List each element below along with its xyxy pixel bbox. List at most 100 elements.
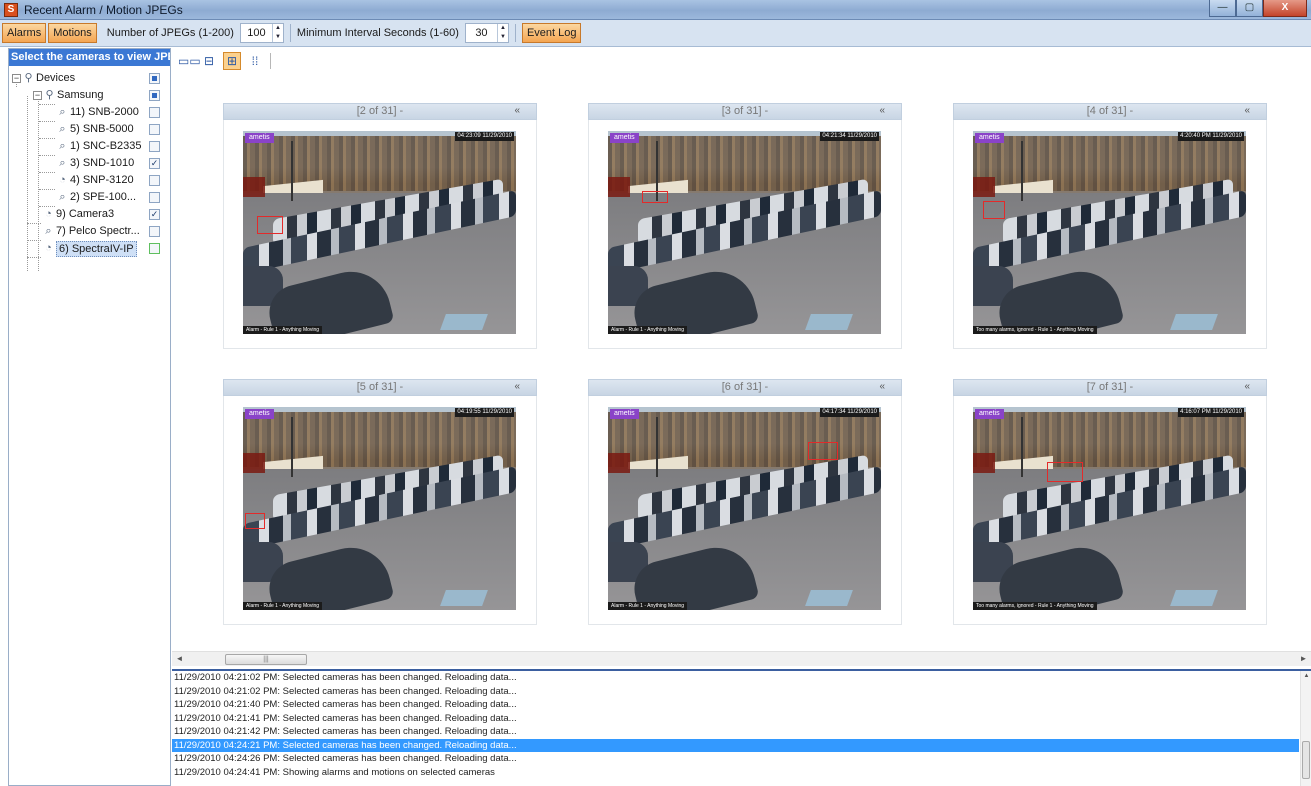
tree-checkbox[interactable] <box>149 175 160 186</box>
min-interval-value[interactable]: 30 <box>466 27 497 39</box>
collapse-icon[interactable]: « <box>514 105 520 116</box>
log-entry[interactable]: 11/29/2010 04:21:41 PM: Selected cameras… <box>172 712 1299 726</box>
tree-checkbox[interactable] <box>149 226 160 237</box>
spin-down-icon[interactable]: ▼ <box>273 33 283 42</box>
main-toolbar: Alarms Motions Number of JPEGs (1-200) 1… <box>0 20 1311 47</box>
scroll-up-icon[interactable]: ▲ <box>1301 673 1311 679</box>
tree-item-camera[interactable]: ⌕ 3) SND-1010 ✓ <box>9 155 170 172</box>
snapshot-overlay <box>608 177 630 197</box>
camera-snapshot[interactable]: ametis 4:16:07 PM 11/29/2010 Too many al… <box>973 407 1246 610</box>
box-camera-icon: ⌕ <box>59 140 66 152</box>
collapse-icon[interactable]: − <box>33 91 42 100</box>
tree-item-camera[interactable]: ⌕ 2) SPE-100... <box>9 189 170 206</box>
collapse-icon[interactable]: « <box>1244 381 1250 392</box>
collapse-icon[interactable]: « <box>514 381 520 392</box>
scrollbar-thumb[interactable]: ||| <box>225 654 307 665</box>
jpeg-cell-header: [6 of 31] - « <box>588 379 902 396</box>
spin-up-icon[interactable]: ▲ <box>498 24 508 33</box>
collapse-icon[interactable]: « <box>1244 105 1250 116</box>
jpeg-cell[interactable]: [7 of 31] - « ametis 4:16:07 PM 11/29/20… <box>953 379 1267 625</box>
title-bar[interactable]: S Recent Alarm / Motion JPEGs — ▢ X <box>0 0 1311 20</box>
log-entry[interactable]: 11/29/2010 04:24:26 PM: Selected cameras… <box>172 752 1299 766</box>
jpeg-cell[interactable]: [4 of 31] - « ametis 4:20:40 PM 11/29/20… <box>953 103 1267 349</box>
tree-item-camera[interactable]: ⌕ 5) SNB-5000 <box>9 121 170 138</box>
camera-selection-panel: Select the cameras to view JPEGs − ⚲ Dev… <box>8 48 171 786</box>
log-entry-selected[interactable]: 11/29/2010 04:24:21 PM: Selected cameras… <box>172 738 1299 752</box>
jpeg-cell[interactable]: [5 of 31] - « ametis 04:19:55 11/29/2010… <box>223 379 537 625</box>
tree-connector <box>27 257 41 258</box>
min-interval-label: Minimum Interval Seconds (1-60) <box>296 27 459 39</box>
minimize-button[interactable]: — <box>1209 0 1236 17</box>
camera-snapshot[interactable]: ametis 04:19:55 11/29/2010 Alarm - Rule … <box>243 407 516 610</box>
jpeg-cell[interactable]: [6 of 31] - « ametis 04:17:34 11/29/2010… <box>588 379 902 625</box>
log-entry[interactable]: 11/29/2010 04:21:02 PM: Selected cameras… <box>172 671 1299 685</box>
tree-checkbox[interactable]: ✓ <box>149 158 160 169</box>
min-interval-spinner[interactable]: 30 ▲ ▼ <box>464 23 509 43</box>
jpeg-cell[interactable]: [2 of 31] - « ametis 04:23:09 11/29/2010… <box>223 103 537 349</box>
tree-item-label: Samsung <box>57 89 104 101</box>
tree-checkbox[interactable] <box>149 90 160 101</box>
camera-snapshot[interactable]: ametis 04:23:09 11/29/2010 Alarm - Rule … <box>243 131 516 334</box>
jpeg-caption: [5 of 31] - <box>356 381 404 393</box>
tree-item-camera-selected[interactable]: ◔ 6) SpectraIV-IP <box>9 240 170 257</box>
layout-six-icon[interactable]: ⁞⁞ <box>246 52 264 70</box>
snapshot-mat <box>805 314 853 330</box>
tree-checkbox[interactable]: ✓ <box>149 209 160 220</box>
jpeg-cell-body: ametis 04:21:34 11/29/2010 Alarm - Rule … <box>588 120 902 349</box>
snapshot-footer: Too many alarms, ignored - Rule 1 - Anyt… <box>973 602 1097 610</box>
alarms-button[interactable]: Alarms <box>2 23 47 43</box>
jpeg-caption: [2 of 31] - <box>356 105 404 117</box>
jpeg-cell-body: ametis 04:19:55 11/29/2010 Alarm - Rule … <box>223 396 537 625</box>
log-entry[interactable]: 11/29/2010 04:21:42 PM: Selected cameras… <box>172 725 1299 739</box>
tree-item-camera[interactable]: ⌕ 1) SNC-B2335 <box>9 138 170 155</box>
log-entry[interactable]: 11/29/2010 04:24:41 PM: Showing alarms a… <box>172 766 1299 780</box>
layout-two-icon[interactable]: ⊟ <box>200 52 218 70</box>
tree-checkbox[interactable] <box>149 192 160 203</box>
event-log-button[interactable]: Event Log <box>521 23 582 43</box>
tree-checkbox[interactable] <box>149 141 160 152</box>
tree-item-camera[interactable]: ◔ 4) SNP-3120 <box>9 172 170 189</box>
dome-camera-icon: ◔ <box>45 208 52 220</box>
tree-checkbox[interactable] <box>149 243 160 254</box>
collapse-icon[interactable]: « <box>879 105 885 116</box>
motions-button[interactable]: Motions <box>48 23 97 43</box>
snapshot-overlay <box>973 453 995 473</box>
num-jpegs-value[interactable]: 100 <box>241 27 272 39</box>
maximize-button[interactable]: ▢ <box>1236 0 1263 17</box>
horizontal-scrollbar[interactable]: ◄ ||| ► <box>172 651 1311 666</box>
layout-four-icon[interactable]: ⊞ <box>223 52 241 70</box>
jpeg-caption: [3 of 31] - <box>721 105 769 117</box>
tree-checkbox[interactable] <box>149 124 160 135</box>
event-log-list[interactable]: 11/29/2010 04:21:02 PM: Selected cameras… <box>172 669 1311 786</box>
tree-item-camera[interactable]: ⌕ 11) SNB-2000 <box>9 104 170 121</box>
close-button[interactable]: X <box>1263 0 1307 17</box>
tree-checkbox[interactable] <box>149 107 160 118</box>
device-tree: − ⚲ Devices − ⚲ Samsung ⌕ 11) SNB-2000 ⌕… <box>9 66 170 271</box>
tree-item-camera[interactable]: ◔ 9) Camera3 ✓ <box>9 206 170 223</box>
jpeg-cell-body: ametis 4:16:07 PM 11/29/2010 Too many al… <box>953 396 1267 625</box>
scrollbar-thumb[interactable] <box>1302 741 1310 779</box>
spin-up-icon[interactable]: ▲ <box>273 24 283 33</box>
num-jpegs-label: Number of JPEGs (1-200) <box>106 27 234 39</box>
log-entry[interactable]: 11/29/2010 04:21:40 PM: Selected cameras… <box>172 698 1299 712</box>
scroll-right-icon[interactable]: ► <box>1296 652 1311 666</box>
scroll-left-icon[interactable]: ◄ <box>172 652 187 666</box>
toolbar-separator <box>270 53 271 69</box>
log-entry[interactable]: 11/29/2010 04:21:02 PM: Selected cameras… <box>172 685 1299 699</box>
collapse-icon[interactable]: − <box>12 74 21 83</box>
camera-snapshot[interactable]: ametis 04:21:34 11/29/2010 Alarm - Rule … <box>608 131 881 334</box>
vertical-scrollbar[interactable]: ▲ <box>1300 671 1311 786</box>
camera-snapshot[interactable]: ametis 4:20:40 PM 11/29/2010 Too many al… <box>973 131 1246 334</box>
jpeg-cell[interactable]: [3 of 31] - « ametis 04:21:34 11/29/2010… <box>588 103 902 349</box>
tree-checkbox[interactable] <box>149 73 160 84</box>
tree-item-samsung[interactable]: − ⚲ Samsung <box>9 87 170 104</box>
num-jpegs-spinner[interactable]: 100 ▲ ▼ <box>239 23 284 43</box>
spin-down-icon[interactable]: ▼ <box>498 33 508 42</box>
tree-item-camera[interactable]: ⌕ 7) Pelco Spectr... <box>9 223 170 240</box>
tree-item-devices[interactable]: − ⚲ Devices <box>9 70 170 87</box>
layout-single-icon[interactable]: ▭▭ <box>177 52 201 70</box>
jpeg-cell-header: [7 of 31] - « <box>953 379 1267 396</box>
camera-snapshot[interactable]: ametis 04:17:34 11/29/2010 Alarm - Rule … <box>608 407 881 610</box>
collapse-icon[interactable]: « <box>879 381 885 392</box>
snapshot-timestamp: 4:16:07 PM 11/29/2010 <box>1178 408 1244 417</box>
